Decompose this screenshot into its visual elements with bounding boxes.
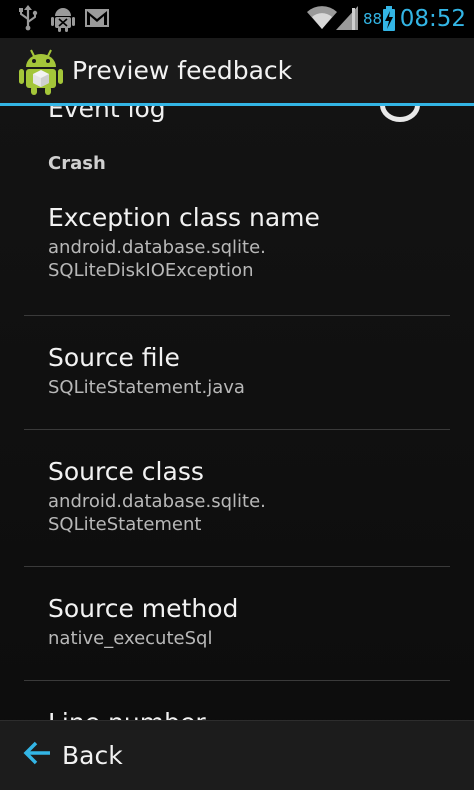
preference-list[interactable]: Event log Crash Exception class name and… [0,106,474,720]
pref-title: Source class [48,457,204,486]
page-title: Preview feedback [72,56,293,85]
status-bar: 88 08:52 [0,0,474,38]
android-package-icon[interactable] [18,48,64,96]
pref-summary: android.database.sqlite. SQLiteStatement [48,491,266,535]
screen: 88 08:52 Preview feedback Event log Cras… [0,0,474,790]
signal-icon [336,6,358,34]
wifi-icon [306,4,338,34]
divider [24,680,450,681]
pref-summary: SQLiteStatement.java [48,377,245,398]
android-debug-icon [50,5,76,37]
battery-percent: 88 [363,10,383,28]
gmail-icon [84,8,110,32]
event-log-title: Event log [48,106,166,123]
back-button[interactable]: Back [22,735,123,775]
action-bar: Preview feedback [0,38,474,106]
pref-exception-class-name[interactable]: Exception class name android.database.sq… [24,202,450,282]
event-log-toggle[interactable] [380,106,420,122]
pref-source-file[interactable]: Source file SQLiteStatement.java [24,342,450,399]
arrow-left-icon [22,740,52,770]
pref-summary: android.database.sqlite. SQLiteDiskIOExc… [48,237,266,281]
pref-title: Line number [48,707,450,720]
usb-icon [16,5,40,35]
pref-title: Source file [48,343,180,372]
pref-title: Source method [48,594,239,623]
status-clock: 08:52 [399,6,466,32]
pref-title: Exception class name [48,203,320,232]
bottom-bar: Back [0,720,474,790]
battery-icon [382,6,396,36]
divider [24,566,450,567]
divider [24,315,450,316]
back-label: Back [62,740,123,770]
pref-source-method[interactable]: Source method native_executeSql [24,593,450,650]
pref-summary: native_executeSql [48,628,213,649]
divider [24,429,450,430]
pref-line-number[interactable]: Line number [24,707,450,720]
pref-source-class[interactable]: Source class android.database.sqlite. SQ… [24,456,450,536]
section-header-crash: Crash [48,153,106,174]
